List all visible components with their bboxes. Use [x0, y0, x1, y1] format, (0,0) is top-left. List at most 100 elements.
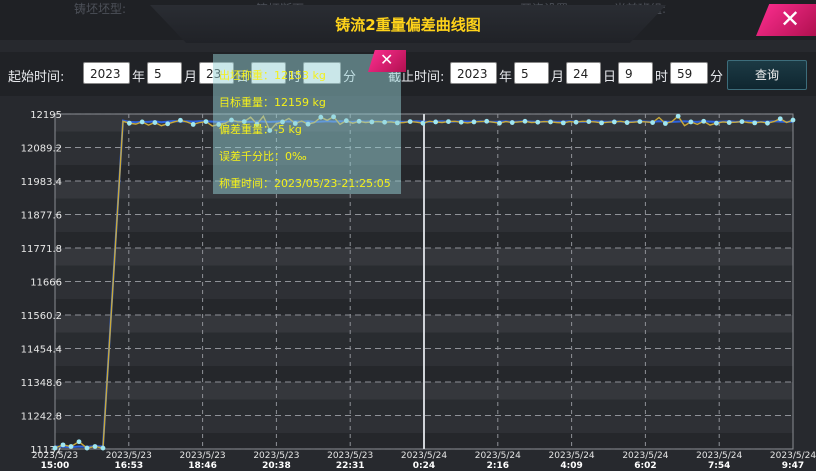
end-hour-input[interactable]: 9: [618, 62, 653, 84]
tooltip-weigh-time: 称重时间：2023/05/23-21:25:05: [219, 177, 391, 190]
data-point: [497, 120, 502, 126]
x-tick-label: 18:46: [188, 461, 217, 471]
weight-deviation-chart: 12195 12089.2 11983.4 11877.6 11771.8 11666 11…: [21, 110, 816, 471]
end-month-unit: 月: [551, 70, 565, 85]
data-point: [790, 117, 796, 123]
end-hour-unit: 时: [655, 70, 669, 85]
x-tick-label: 2023/5/23: [106, 451, 152, 461]
data-tooltip: ✕ 出坯称重：12153 kg 目标重量：12159 kg 偏差重量：-5 kg…: [213, 50, 406, 194]
data-point: [84, 445, 90, 451]
x-tick-label: 2023/5/24: [622, 451, 668, 461]
data-point: [586, 119, 592, 124]
end-month-input[interactable]: 5: [514, 62, 549, 84]
tooltip-close-button[interactable]: ✕: [368, 50, 406, 72]
page-title: 铸流2重量偏差曲线图: [335, 16, 481, 34]
x-tick-label: 4:09: [560, 461, 582, 471]
x-axis-ticks: 2023/5/2315:002023/5/2316:532023/5/2318:…: [32, 451, 816, 471]
x-tick-label: 2023/5/24: [696, 451, 742, 461]
start-year-input[interactable]: 2023: [83, 62, 130, 84]
data-point: [446, 119, 451, 124]
x-tick-label: 16:53: [114, 461, 143, 471]
tooltip-actual-weight: 出坯称重：12153 kg: [219, 69, 326, 82]
data-point: [522, 118, 528, 124]
data-point: [471, 119, 477, 125]
data-point: [560, 120, 566, 126]
data-point: [126, 120, 132, 126]
data-point: [739, 119, 745, 124]
y-tick-label: 11666: [30, 278, 62, 289]
data-point: [599, 120, 604, 126]
data-point: [701, 118, 707, 124]
start-time-label: 起始时间:: [8, 70, 65, 85]
data-point: [458, 119, 464, 125]
x-tick-label: 6:02: [634, 461, 656, 471]
data-point: [92, 444, 98, 449]
data-point: [611, 119, 617, 125]
tooltip-target-weight: 目标重量：12159 kg: [219, 96, 326, 109]
y-tick-label: 11242.8: [21, 412, 62, 423]
data-point: [765, 120, 770, 126]
data-point: [433, 119, 439, 125]
query-button[interactable]: 查询: [727, 60, 807, 90]
close-icon: ✕: [380, 50, 394, 69]
data-point: [190, 122, 196, 127]
y-tick-label: 11877.6: [21, 211, 62, 222]
close-icon: ✕: [780, 5, 801, 33]
data-point: [420, 120, 426, 126]
end-year-unit: 年: [499, 70, 513, 85]
data-point: [714, 120, 719, 126]
data-point: [637, 119, 643, 124]
x-tick-label: 9:47: [782, 461, 804, 471]
y-tick-label: 11454.4: [21, 345, 62, 356]
data-point: [484, 118, 490, 124]
end-minute-unit: 分: [710, 70, 724, 85]
end-minute-input[interactable]: 59: [670, 62, 708, 84]
x-tick-label: 2023/5/24: [770, 451, 816, 461]
x-tick-label: 2023/5/23: [253, 451, 299, 461]
y-tick-label: 11771.8: [21, 244, 62, 255]
chart-grid: [54, 113, 794, 450]
x-tick-label: 20:38: [262, 461, 291, 471]
end-year-input[interactable]: 2023: [450, 62, 497, 84]
data-point: [573, 119, 579, 125]
x-tick-label: 2023/5/23: [32, 451, 78, 461]
y-tick-label: 11348.6: [21, 378, 62, 389]
start-month-unit: 月: [184, 70, 198, 85]
x-tick-label: 2023/5/23: [327, 451, 373, 461]
data-point: [662, 121, 668, 126]
data-point: [675, 113, 681, 119]
data-point: [203, 119, 209, 124]
data-point: [100, 445, 106, 451]
x-tick-label: 2023/5/23: [180, 451, 226, 461]
data-point: [52, 445, 58, 451]
start-year-unit: 年: [132, 70, 146, 85]
x-tick-label: 2023/5/24: [401, 451, 447, 461]
x-tick-label: 2023/5/24: [475, 451, 521, 461]
data-point: [624, 120, 630, 125]
x-tick-label: 15:00: [41, 461, 70, 471]
data-point: [76, 439, 82, 445]
data-point: [165, 121, 171, 127]
tooltip-error-permille: 误差千分比：0‰: [219, 150, 307, 163]
data-point: [60, 442, 66, 448]
data-point: [535, 119, 541, 125]
data-point: [139, 119, 145, 125]
data-point: [650, 120, 656, 125]
data-point: [68, 444, 74, 449]
data-point: [752, 120, 758, 126]
data-point: [726, 120, 732, 125]
x-tick-label: 2023/5/24: [549, 451, 595, 461]
start-month-input[interactable]: 5: [147, 62, 182, 84]
data-point: [548, 119, 553, 125]
x-tick-label: 2:16: [487, 461, 509, 471]
x-tick-label: 7:54: [708, 461, 730, 471]
x-tick-label: 0:24: [413, 461, 435, 471]
y-tick-label: 12195: [30, 110, 62, 121]
tooltip-deviation-weight: 偏差重量：-5 kg: [219, 123, 302, 136]
data-point: [777, 116, 783, 122]
end-day-input[interactable]: 24: [566, 62, 601, 84]
y-tick-label: 11560.2: [21, 311, 62, 322]
data-point: [178, 117, 183, 123]
x-tick-label: 22:31: [336, 461, 365, 471]
y-tick-label: 11983.4: [21, 177, 62, 188]
